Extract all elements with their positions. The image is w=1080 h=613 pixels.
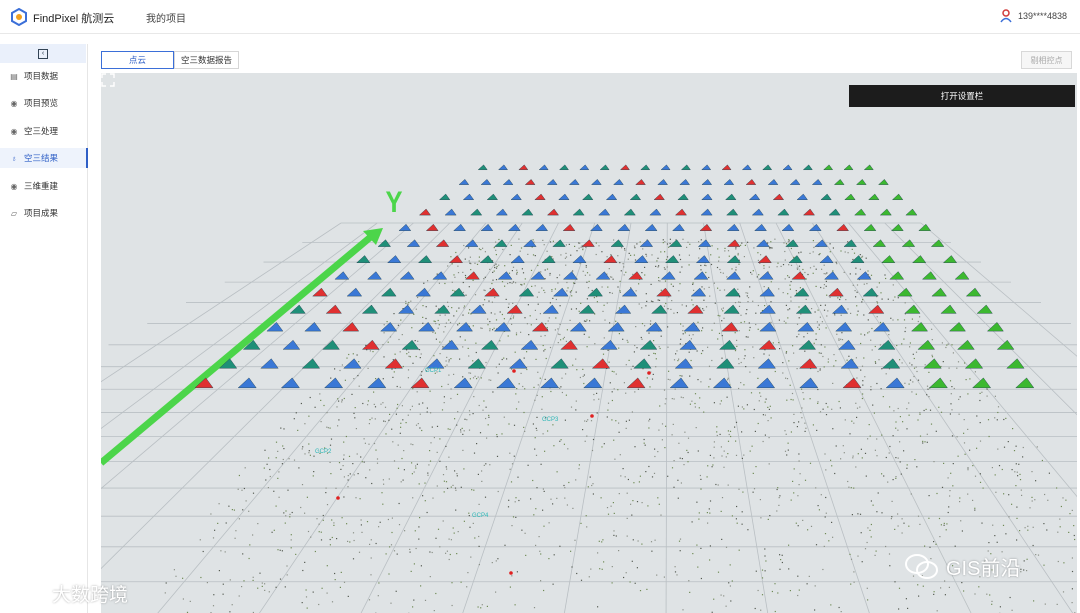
- top-bar: FindPixel 航测云 我的项目 139****4838: [0, 0, 1080, 34]
- sidebar-item-aat-results[interactable]: ♁ 空三结果: [0, 148, 88, 168]
- sidebar-item-label: 项目数据: [24, 71, 59, 81]
- sidebar-item-label: 项目预览: [24, 98, 59, 108]
- sidebar-item-project-data[interactable]: ▤ 项目数据: [0, 66, 88, 86]
- bulb-icon: ♁: [11, 153, 17, 163]
- sidebar-item-3d-reconstruction[interactable]: ◉ 三维重建: [0, 176, 88, 196]
- user-icon[interactable]: [1000, 9, 1012, 23]
- sidebar-item-aat-processing[interactable]: ◉ 空三处理: [0, 121, 88, 141]
- gcp-label[interactable]: GCP2: [315, 449, 331, 455]
- sidebar-item-label: 三维重建: [24, 181, 59, 191]
- wechat-icon: [905, 553, 938, 579]
- gcp-marker: [647, 371, 651, 375]
- gcp-marker: [512, 369, 516, 373]
- sidebar-item-label: 空三结果: [24, 153, 59, 163]
- sidebar-item-project-results[interactable]: ▱ 项目成果: [0, 203, 88, 223]
- fullscreen-icon[interactable]: [101, 73, 115, 87]
- document-icon: ▤: [10, 71, 18, 81]
- watermark-left-text: 大数跨境: [52, 585, 129, 606]
- sidebar-item-project-preview[interactable]: ◉ 项目预览: [0, 93, 88, 113]
- eye-icon: ◉: [10, 98, 18, 108]
- app-name[interactable]: FindPixel 航测云: [33, 10, 114, 26]
- gcp-label[interactable]: GCP3: [542, 417, 558, 423]
- point-cloud-scene[interactable]: [101, 73, 1077, 613]
- gcp-label[interactable]: GCP4: [472, 513, 488, 519]
- point-cloud-viewport[interactable]: 打开设置栏 Y GCP1 GCP2 GCP3 GCP4: [101, 73, 1077, 613]
- sidebar-item-label: 空三处理: [24, 126, 59, 136]
- gcp-marker: [509, 571, 513, 575]
- sidebar-item-label: 项目成果: [24, 208, 59, 218]
- watermark-right-text: GIS前沿: [946, 558, 1021, 580]
- tab-point-cloud[interactable]: 点云: [101, 51, 174, 69]
- tab-aat-report[interactable]: 空三数据报告: [174, 51, 239, 69]
- watermark-logo-icon: [10, 585, 42, 602]
- open-settings-button[interactable]: 打开设置栏: [849, 85, 1075, 107]
- watermark-left: 大数跨境: [8, 580, 128, 607]
- eye-icon: ◉: [10, 126, 18, 136]
- layers-icon: ▱: [10, 208, 18, 218]
- logo-icon: [11, 8, 27, 26]
- collapse-icon: ‹: [38, 48, 48, 59]
- delete-gcp-button[interactable]: 剔相控点: [1021, 51, 1072, 69]
- y-axis-label: Y: [385, 186, 403, 219]
- sidebar: ‹ ▤ 项目数据 ◉ 项目预览 ◉ 空三处理 ♁ 空三结果 ◉ 三维重建 ▱ 项…: [0, 44, 88, 613]
- watermark-right: GIS前沿: [904, 552, 1020, 581]
- gcp-marker: [590, 414, 594, 418]
- user-phone[interactable]: 139****4838: [1018, 11, 1067, 21]
- gcp-marker: [336, 496, 340, 500]
- gcp-label[interactable]: GCP1: [425, 368, 441, 374]
- nav-my-projects[interactable]: 我的项目: [146, 10, 186, 25]
- eye-icon: ◉: [10, 181, 18, 191]
- sidebar-collapse-button[interactable]: ‹: [0, 44, 86, 63]
